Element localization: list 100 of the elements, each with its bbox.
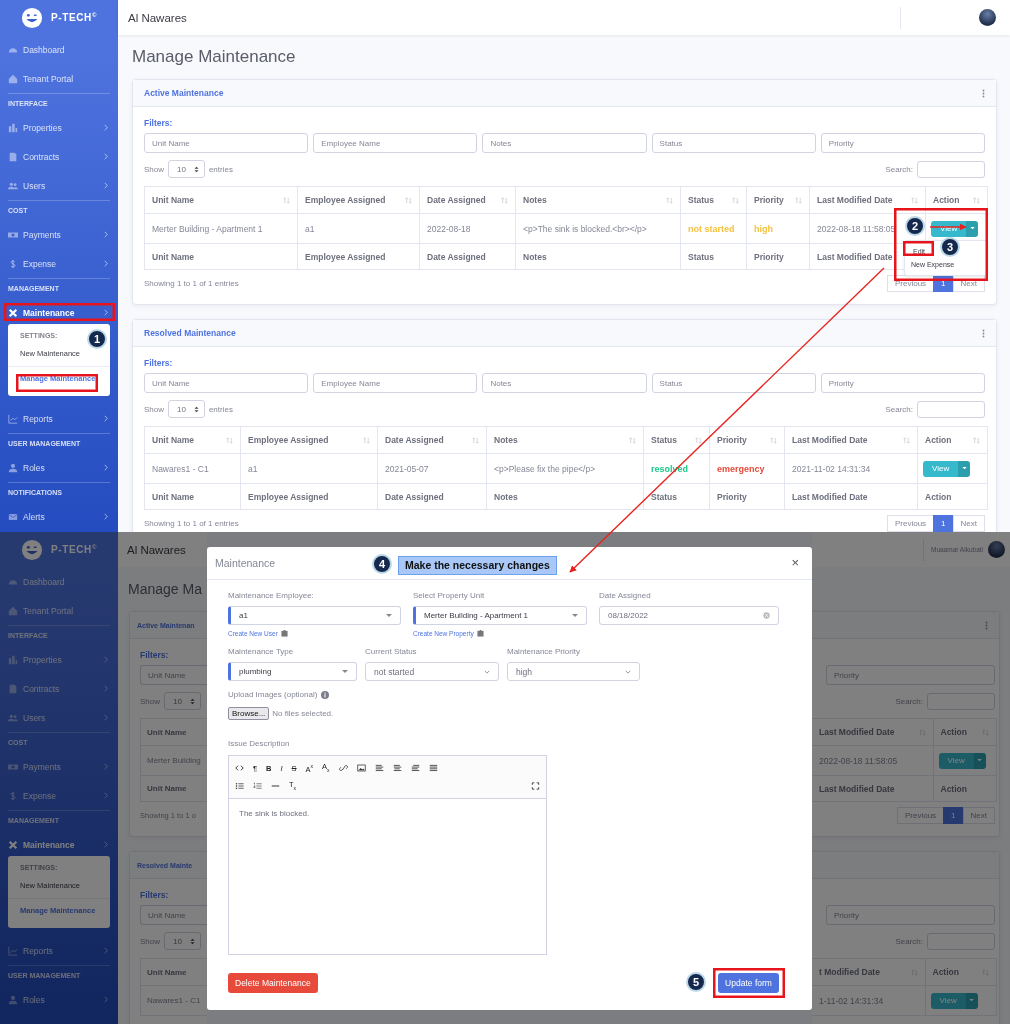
search-field[interactable] (917, 400, 985, 418)
column-header[interactable]: Unit Name (152, 195, 195, 205)
sort-icon[interactable] (405, 196, 412, 204)
select-field[interactable]: not started (365, 662, 499, 681)
date-field[interactable]: 08/18/2022 (599, 606, 779, 625)
filter-field[interactable]: Employee Name (313, 133, 478, 153)
sidebar-item[interactable]: Maintenance (0, 298, 118, 327)
sort-icon[interactable] (363, 436, 370, 444)
page-button[interactable]: Previous (886, 515, 935, 532)
sort-icon[interactable] (732, 196, 739, 204)
editor-text[interactable]: The sink is blocked. (229, 799, 546, 828)
select-field[interactable]: Merter Building - Apartment 1 (413, 606, 587, 625)
sidebar-item[interactable]: Roles (0, 453, 118, 482)
page-button[interactable]: 1 (933, 515, 954, 532)
more-icon[interactable] (982, 328, 985, 338)
sort-icon[interactable] (629, 436, 636, 444)
sidebar-item[interactable]: Tenant Portal (0, 596, 118, 625)
browse-button[interactable]: Browse... (228, 707, 270, 720)
dropdown-toggle[interactable] (958, 460, 971, 477)
image-icon[interactable] (356, 764, 366, 772)
fullscreen-icon[interactable] (531, 782, 540, 790)
column-header[interactable]: Notes (523, 195, 547, 205)
sidebar-item[interactable]: Properties (0, 645, 118, 674)
numbered-list-icon[interactable] (253, 782, 262, 790)
filter-field[interactable]: Priority (820, 133, 985, 153)
column-header[interactable]: Action (933, 195, 960, 205)
sidebar-item[interactable]: Expense (0, 781, 118, 810)
page-size-select[interactable]: 10 (168, 160, 205, 178)
column-header[interactable]: Status (651, 435, 677, 445)
filter-field[interactable]: Notes (482, 133, 647, 153)
delete-button[interactable]: Delete Maintenance (228, 973, 318, 993)
sidebar-item[interactable]: Contracts (0, 142, 118, 171)
sort-icon[interactable] (695, 436, 702, 444)
page-button[interactable]: Previous (896, 807, 945, 824)
horizontal-rule-icon[interactable] (271, 782, 280, 790)
sidebar-item[interactable]: Reports (0, 936, 118, 965)
sort-icon[interactable] (666, 196, 673, 204)
column-header[interactable]: Priority (717, 435, 747, 445)
align-right-icon[interactable] (410, 764, 420, 772)
filter-field[interactable]: Unit Name (144, 373, 309, 393)
sidebar-item[interactable]: Expense (0, 249, 118, 278)
clear-icon[interactable] (763, 612, 770, 619)
filter-field[interactable]: Employee Name (313, 373, 478, 393)
filter-field[interactable]: Status (651, 373, 816, 393)
sort-icon[interactable] (472, 436, 479, 444)
sidebar-item[interactable]: Payments (0, 752, 118, 781)
sort-icon[interactable] (795, 196, 802, 204)
more-icon[interactable] (982, 88, 985, 98)
page-button[interactable]: 1 (943, 807, 964, 824)
sidebar-item[interactable]: Users (0, 703, 118, 732)
column-header[interactable]: Status (688, 195, 714, 205)
page-size-select[interactable]: 10 (168, 400, 205, 418)
select-field[interactable]: a1 (228, 606, 401, 625)
sort-icon[interactable] (911, 196, 918, 204)
sidebar-item[interactable]: Payments (0, 220, 118, 249)
page-button[interactable]: Next (952, 515, 985, 532)
code-icon[interactable] (235, 764, 244, 772)
page-size-select[interactable]: 10 (164, 692, 201, 710)
sidebar-item[interactable]: Dashboard (0, 567, 118, 596)
bullet-list-icon[interactable] (235, 782, 244, 790)
sort-icon[interactable] (903, 436, 910, 444)
align-center-icon[interactable] (392, 764, 402, 772)
sort-icon[interactable] (973, 196, 980, 204)
sidebar-item[interactable]: Maintenance (0, 830, 118, 859)
column-header[interactable]: Action (940, 727, 967, 737)
select-field[interactable]: high (507, 662, 640, 681)
search-field[interactable] (917, 160, 985, 178)
sort-icon[interactable] (770, 436, 777, 444)
column-header[interactable]: Date Assigned (385, 435, 444, 445)
justify-icon[interactable] (428, 764, 438, 772)
filter-field[interactable]: Unit Name (144, 133, 309, 153)
sidebar-item[interactable]: Tenant Portal (0, 64, 118, 93)
sidebar-item[interactable]: Alerts (0, 502, 118, 531)
column-header[interactable]: Notes (494, 435, 518, 445)
sort-icon[interactable] (226, 436, 233, 444)
sidebar-item[interactable]: Properties (0, 113, 118, 142)
avatar[interactable] (979, 9, 996, 26)
close-button[interactable]: × (788, 556, 802, 570)
submit-button[interactable]: Update form (718, 973, 779, 993)
align-left-icon[interactable] (374, 764, 384, 772)
view-button[interactable]: View (923, 460, 959, 477)
filter-field[interactable]: Notes (482, 373, 647, 393)
dropdown-toggle[interactable] (966, 220, 979, 237)
filter-field[interactable]: Priority (820, 373, 985, 393)
sidebar-item[interactable]: Roles (0, 985, 118, 1014)
link-icon[interactable] (338, 764, 348, 772)
sort-icon[interactable] (501, 196, 508, 204)
sidebar-item[interactable]: Users (0, 171, 118, 200)
column-header[interactable]: Priority (754, 195, 784, 205)
filter-field[interactable]: Status (651, 133, 816, 153)
sidebar-item[interactable]: Contracts (0, 674, 118, 703)
column-header[interactable]: Unit Name (152, 435, 195, 445)
sidebar-item[interactable]: Reports (0, 404, 118, 433)
column-header[interactable]: Action (925, 435, 952, 445)
page-size-select[interactable]: 10 (164, 932, 201, 950)
select-field[interactable]: plumbing (228, 662, 357, 681)
column-header[interactable]: t Modified Date (819, 967, 880, 977)
sort-icon[interactable] (283, 196, 290, 204)
sidebar-item[interactable]: Dashboard (0, 35, 118, 64)
sort-icon[interactable] (973, 436, 980, 444)
